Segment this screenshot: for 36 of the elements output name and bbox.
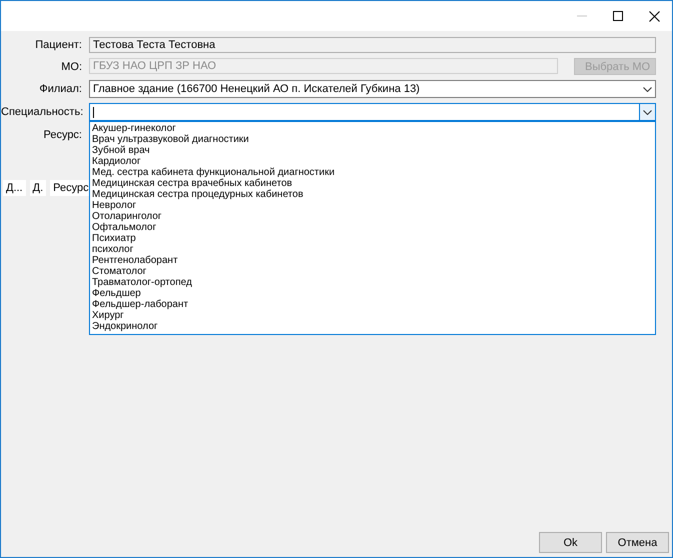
dropdown-option[interactable]: Врач ультразвуковой диагностики: [92, 134, 654, 145]
field-label: Филиал:: [38, 83, 82, 95]
field-label: Специальность:: [1, 106, 82, 118]
dropdown-option[interactable]: Невролог: [92, 200, 654, 211]
field-label: Ресурс:: [42, 129, 82, 141]
dropdown-option[interactable]: Отоларинголог: [92, 211, 654, 222]
dropdown-option[interactable]: Фельдшер: [92, 288, 654, 299]
dropdown-option[interactable]: Травматолог-ортопед: [92, 277, 654, 288]
ok-button[interactable]: Ok: [539, 532, 602, 553]
cancel-button[interactable]: Отмена: [606, 532, 669, 553]
chevron-down-icon[interactable]: [643, 86, 652, 92]
field-label: МО:: [60, 60, 82, 72]
dropdown-option[interactable]: Кардиолог: [92, 156, 654, 167]
dropdown-option[interactable]: Медицинская сестра врачебных кабинетов: [92, 178, 654, 189]
column-header[interactable]: Д.: [30, 180, 46, 196]
field-label: Пациент:: [34, 39, 82, 51]
chevron-down-icon[interactable]: [643, 110, 652, 114]
text-field[interactable]: Тестова Теста Тестовна: [89, 37, 656, 53]
dropdown-option[interactable]: Мед. сестра кабинета функциональной диагностики: [92, 167, 654, 178]
maximize-icon[interactable]: [613, 11, 623, 21]
dropdown-option[interactable]: Психиатр: [92, 233, 654, 244]
dropdown-option[interactable]: Акушер-гинеколог: [92, 123, 654, 134]
dropdown-option[interactable]: Стоматолог: [92, 266, 654, 277]
dropdown-option[interactable]: Медицинская сестра процедурных кабинетов: [92, 189, 654, 200]
dropdown-option[interactable]: Фельдшер-лаборант: [92, 299, 654, 310]
dropdown-option[interactable]: психолог: [92, 244, 654, 255]
column-header[interactable]: Ресурс: [50, 180, 92, 196]
dropdown-option[interactable]: Хирург: [92, 310, 654, 321]
combo-box[interactable]: Главное здание (166700 Ненецкий АО п. Искателей Губкина 13): [89, 80, 656, 98]
column-header[interactable]: Д...: [3, 180, 26, 196]
dropdown-option[interactable]: Офтальмолог: [92, 222, 654, 233]
dropdown-option[interactable]: Зубной врач: [92, 145, 654, 156]
dropdown-option[interactable]: Эндокринолог: [92, 321, 654, 332]
close-icon[interactable]: [648, 10, 660, 22]
combo-box[interactable]: [89, 103, 656, 121]
dropdown-option[interactable]: Рентгенолаборант: [92, 255, 654, 266]
